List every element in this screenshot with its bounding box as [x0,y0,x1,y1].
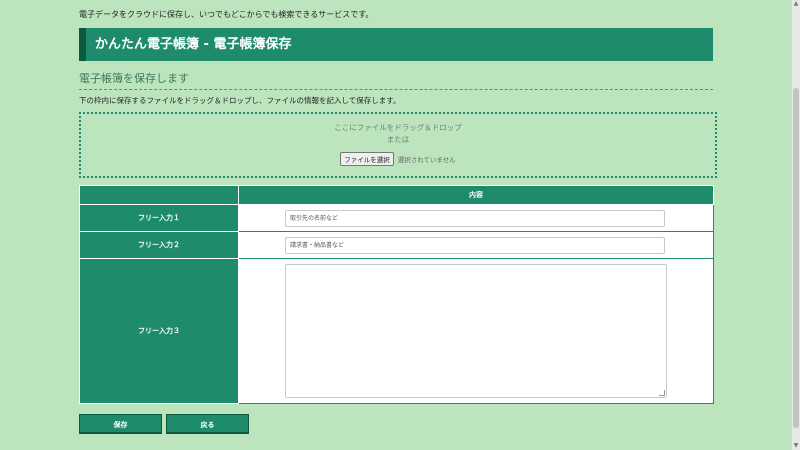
table-row: フリー入力１ 取引先の名前など [79,204,714,232]
column-header-label [79,185,239,205]
page-scrollbar[interactable]: ▲ ▼ [792,0,800,450]
dropzone-prompt: ここにファイルをドラッグ＆ドロップ [334,123,462,132]
scrollbar-thumb[interactable] [793,88,799,428]
scroll-up-arrow-icon[interactable]: ▲ [792,0,800,8]
dropzone-or: または [386,135,410,144]
table-row: フリー入力２ 請求書・納品書など [79,231,714,259]
back-button[interactable]: 戻る [166,414,249,434]
action-buttons: 保存 戻る [79,414,249,434]
table-header-row: 内容 [79,185,714,205]
page-title: かんたん電子帳簿 - 電子帳簿保存 [79,28,713,61]
free-input-1-field[interactable]: 取引先の名前など [285,209,665,227]
resize-grip-icon[interactable] [659,390,665,396]
site-tagline: 電子データをクラウドに保存し、いつでもどこからでも検索できるサービスです。 [79,10,374,19]
scroll-down-arrow-icon[interactable]: ▼ [792,442,800,450]
entry-form-table: 内容 フリー入力１ 取引先の名前など フリー入力２ 請求書・納品書など フリー入… [79,185,714,404]
file-dropzone[interactable]: ここにファイルをドラッグ＆ドロップ または ファイルを選択 選択されていません [79,112,717,178]
row-field-free-input-1: 取引先の名前など [238,204,714,232]
section-title: 電子帳簿を保存します [79,70,713,90]
free-input-3-textarea[interactable] [285,264,667,398]
file-picker: ファイルを選択 選択されていません [81,152,715,166]
table-row: フリー入力３ [79,258,714,404]
save-button[interactable]: 保存 [79,414,162,434]
row-label-free-input-1: フリー入力１ [79,204,239,232]
choose-file-button[interactable]: ファイルを選択 [340,152,394,166]
row-field-free-input-2: 請求書・納品書など [238,231,714,259]
file-status: 選択されていません [397,156,456,164]
row-label-free-input-2: フリー入力２ [79,231,239,259]
free-input-2-field[interactable]: 請求書・納品書など [285,236,665,254]
row-label-free-input-3: フリー入力３ [79,258,239,404]
row-field-free-input-3 [238,258,714,404]
column-header-content: 内容 [238,185,714,205]
instruction-text: 下の枠内に保存するファイルをドラッグ＆ドロップし、ファイルの情報を記入して保存し… [79,96,401,105]
